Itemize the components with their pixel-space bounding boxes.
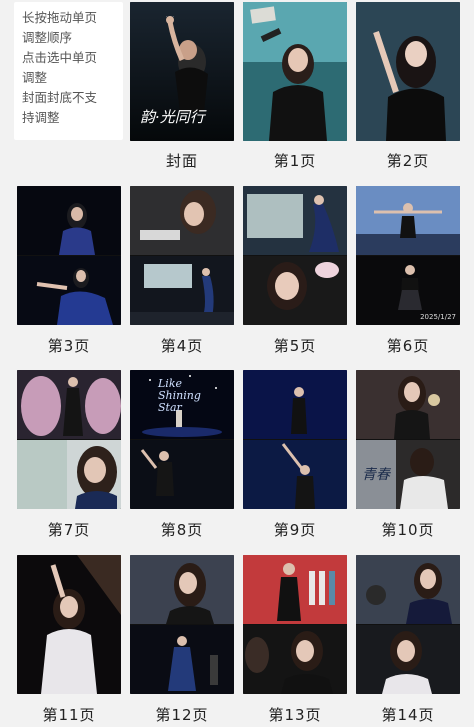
svg-text:· · ·: · · · — [166, 14, 174, 20]
tip-line: 长按拖动单页 — [22, 10, 98, 25]
tip-line: 调整顺序 — [22, 30, 73, 45]
page-thumbnail — [17, 186, 121, 325]
page-photo-bottom — [130, 256, 234, 325]
page-photo-bottom — [17, 440, 121, 509]
page-photo-bottom — [243, 625, 347, 694]
tip-line: 点击选中单页 — [22, 50, 98, 65]
page-photo-top — [243, 555, 347, 624]
page-label: 第12页 — [155, 706, 209, 724]
page-label: 第4页 — [160, 337, 204, 355]
page-label: 第2页 — [386, 152, 430, 170]
page-label: 第11页 — [42, 706, 96, 724]
page-photo-top — [243, 370, 347, 439]
page-label: 第5页 — [273, 337, 317, 355]
page-photo-bottom — [243, 440, 347, 509]
page-photo-top — [17, 186, 121, 255]
instruction-card: 长按拖动单页 调整顺序 点击选中单页 调整 封面封底不支 持调整 — [14, 2, 123, 140]
page-photo-bottom — [17, 256, 121, 325]
banner-text: 青春 — [362, 467, 390, 483]
cover-label: 封面 — [165, 152, 198, 170]
page-thumbnail — [17, 370, 121, 509]
tip-line: 调整 — [22, 70, 48, 85]
page-thumbnail: 青春 — [356, 370, 460, 509]
page-thumbnail — [243, 2, 347, 141]
page-thumbnail — [356, 555, 460, 694]
page-photo-top — [130, 186, 234, 255]
page-photo — [17, 555, 121, 694]
page-photo-top — [130, 555, 234, 624]
page-photo-top — [17, 370, 121, 439]
page-photo-bottom — [130, 625, 234, 694]
page-photo-top — [356, 370, 460, 439]
cover-thumbnail: · · · 韵·光同行 — [130, 2, 234, 141]
page-thumbnail: Like Shining Star — [130, 370, 234, 509]
page-photo-top — [243, 186, 347, 255]
page-thumbnail — [243, 370, 347, 509]
page-photo-bottom — [243, 256, 347, 325]
page-label: 第7页 — [47, 521, 91, 539]
page-thumbnail — [17, 555, 121, 694]
page-label: 第10页 — [381, 521, 435, 539]
page-thumbnail — [243, 186, 347, 325]
page-photo-bottom — [356, 625, 460, 694]
page-photo-bottom — [130, 440, 234, 509]
page-label: 第8页 — [160, 521, 204, 539]
cover-title-text: 韵·光同行 — [140, 108, 205, 126]
page-label: 第14页 — [381, 706, 435, 724]
page-label: 第1页 — [273, 152, 317, 170]
page-thumbnail: 2025/1/27 — [356, 186, 460, 325]
page-photo-top — [356, 555, 460, 624]
shining-star-text: Like Shining Star — [158, 377, 201, 414]
page-photo-top — [356, 186, 460, 255]
photo-date-stamp: 2025/1/27 — [420, 313, 456, 321]
tip-line: 封面封底不支 — [22, 90, 98, 105]
page-thumbnail — [356, 2, 460, 141]
page-thumbnail — [130, 186, 234, 325]
page-label: 第3页 — [47, 337, 91, 355]
page-photo — [356, 2, 460, 141]
page-thumbnail — [243, 555, 347, 694]
page-label: 第6页 — [386, 337, 430, 355]
page-label: 第13页 — [268, 706, 322, 724]
page-label: 第9页 — [273, 521, 317, 539]
page-thumbnail — [130, 555, 234, 694]
tip-line: 持调整 — [22, 110, 60, 125]
page-photo — [243, 2, 347, 141]
